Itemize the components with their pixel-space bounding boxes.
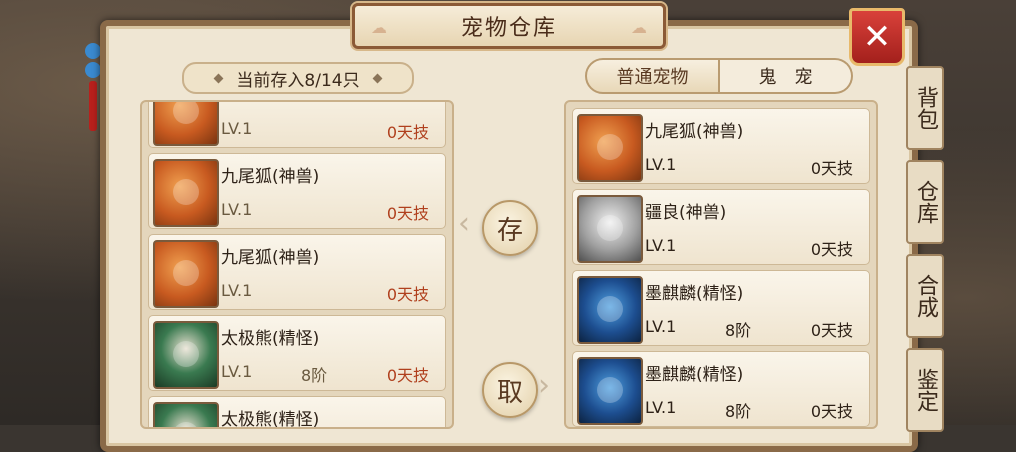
- pet-avatar: [577, 357, 643, 425]
- pet-avatar: [153, 159, 219, 227]
- pet-row[interactable]: 墨麒麟(精怪) LV.1 8阶 0天技: [572, 270, 870, 346]
- pet-avatar: [577, 276, 643, 344]
- pet-level: LV.1: [221, 362, 253, 381]
- side-tab-identify[interactable]: 鉴定: [906, 348, 944, 432]
- pet-row[interactable]: 墨麒麟(精怪) LV.1 8阶 0天技: [572, 351, 870, 427]
- pet-row[interactable]: 九尾狐(神兽) LV.1 0天技: [148, 153, 446, 229]
- pet-level: LV.1: [221, 119, 253, 138]
- pet-name: 太极熊(精怪): [221, 329, 320, 349]
- pet-level: LV.1: [221, 281, 253, 300]
- side-tab-bag[interactable]: 背包: [906, 66, 944, 150]
- pet-level: LV.1: [645, 236, 677, 255]
- pet-level: LV.1: [645, 317, 677, 336]
- chevron-left-icon: ‹: [458, 206, 470, 241]
- pet-avatar: [153, 102, 219, 146]
- pet-skills: 0天技: [810, 321, 853, 340]
- pet-name: 墨麒麟(精怪): [645, 284, 744, 304]
- diamond-icon: [372, 73, 383, 83]
- warehouse-pet-list[interactable]: LV.1 0天技 九尾狐(神兽) LV.1 0天技 九尾狐(神兽) LV.1 0天技 太极熊(精…: [140, 100, 454, 429]
- pet-name: 九尾狐(神兽): [645, 122, 744, 142]
- side-tab-synthesis[interactable]: 合成: [906, 254, 944, 338]
- pet-name: 九尾狐(神兽): [221, 167, 320, 187]
- pet-avatar: [153, 321, 219, 389]
- pet-name: 太极熊(精怪): [221, 410, 320, 429]
- pet-row[interactable]: 太极熊(精怪) LV.1 8阶 0天技: [148, 315, 446, 391]
- capacity-label: 当前存入8/14只: [182, 62, 414, 94]
- pet-row[interactable]: 九尾狐(神兽) LV.1 0天技: [572, 108, 870, 184]
- capacity-text: 当前存入8/14只: [236, 70, 360, 91]
- pet-name: 墨麒麟(精怪): [645, 365, 744, 385]
- store-button[interactable]: 存: [482, 200, 538, 256]
- pet-name: 九尾狐(神兽): [221, 248, 320, 268]
- pet-name: 疆良(神兽): [645, 203, 727, 223]
- pet-level: LV.1: [645, 155, 677, 174]
- tab-ghost-pets[interactable]: 鬼宠: [720, 58, 853, 94]
- diamond-icon: [213, 73, 224, 83]
- pet-row[interactable]: LV.1 0天技: [148, 102, 446, 148]
- carried-pet-list[interactable]: 九尾狐(神兽) LV.1 0天技 疆良(神兽) LV.1 0天技 墨麒麟(精怪) LV.1 8阶…: [564, 100, 878, 429]
- pet-avatar: [577, 114, 643, 182]
- tab-normal-pets[interactable]: 普通宠物: [585, 58, 720, 94]
- pet-avatar: [153, 240, 219, 308]
- pet-skills: 0天技: [386, 123, 429, 142]
- cloud-ornament-icon: ☁: [631, 18, 647, 37]
- pet-skills: 0天技: [386, 204, 429, 223]
- pet-row[interactable]: 疆良(神兽) LV.1 0天技: [572, 189, 870, 265]
- pet-row[interactable]: 九尾狐(神兽) LV.1 0天技: [148, 234, 446, 310]
- chevron-right-icon: ›: [538, 368, 550, 403]
- pet-level: LV.1: [221, 200, 253, 219]
- pet-avatar: [577, 195, 643, 263]
- retrieve-button[interactable]: 取: [482, 362, 538, 418]
- pet-skills: 0天技: [810, 402, 853, 421]
- pet-stage: 8阶: [725, 321, 752, 340]
- close-button[interactable]: ✕: [849, 8, 905, 66]
- cloud-ornament-icon: ☁: [371, 18, 387, 37]
- title-plate: ☁ 宠物仓库 ☁: [352, 3, 666, 49]
- pet-row[interactable]: 太极熊(精怪): [148, 396, 446, 429]
- window-title: 宠物仓库: [460, 16, 557, 41]
- pet-stage: 8阶: [301, 366, 328, 385]
- side-tab-warehouse[interactable]: 仓库: [906, 160, 944, 244]
- pet-skills: 0天技: [810, 240, 853, 259]
- pet-level: LV.1: [645, 398, 677, 417]
- pet-skills: 0天技: [810, 159, 853, 178]
- pet-skills: 0天技: [386, 285, 429, 304]
- pet-type-tabs: 普通宠物 鬼宠: [585, 58, 853, 94]
- close-icon: ✕: [862, 17, 892, 57]
- pet-skills: 0天技: [386, 366, 429, 385]
- pet-stage: 8阶: [725, 402, 752, 421]
